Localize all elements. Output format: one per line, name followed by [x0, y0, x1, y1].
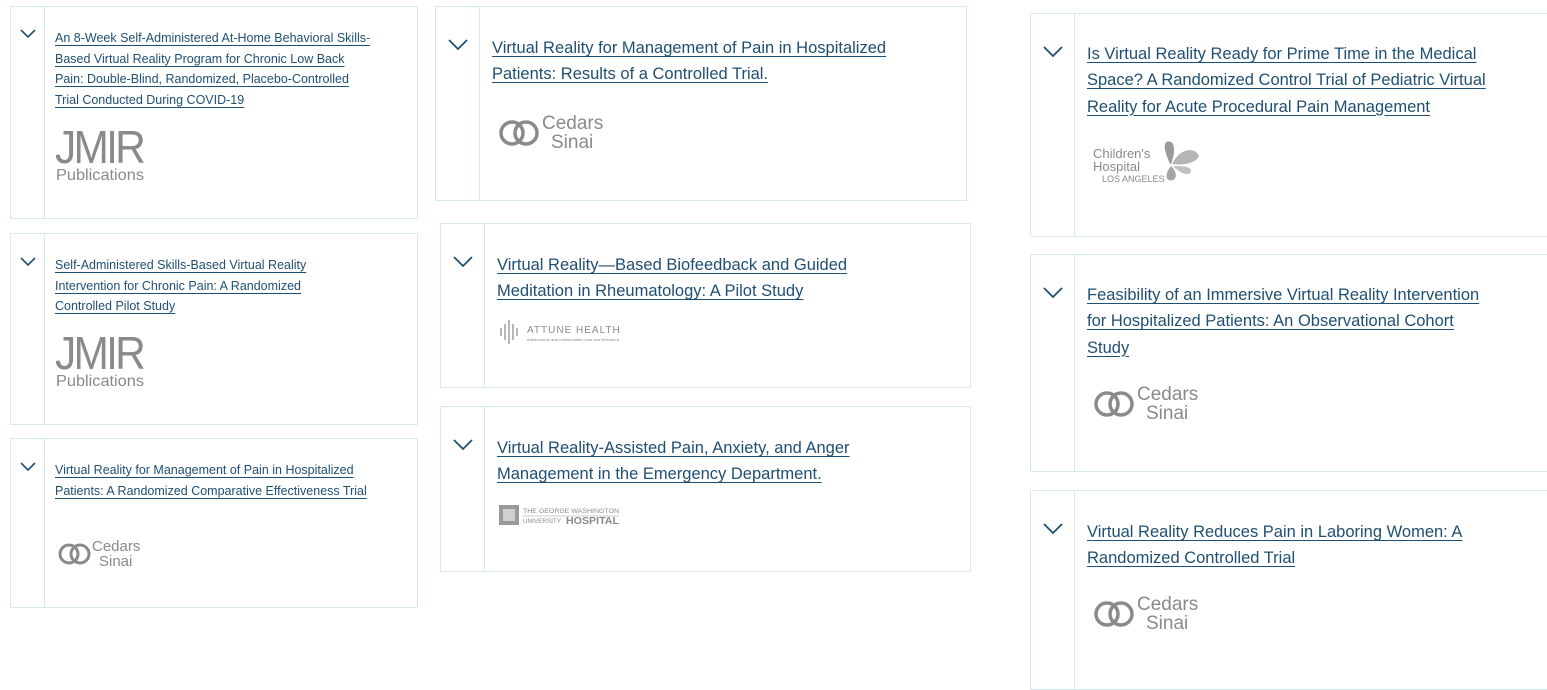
card-body: Virtual Reality—Based Biofeedback and Gu…: [485, 224, 970, 387]
card-rail: [441, 407, 485, 571]
childrens-hospital-la-logo: Children's Hospital LOS ANGELES: [1093, 141, 1199, 184]
gw-hospital-logo: THE GEORGE WASHINGTON UNIVERSITY HOSPITA…: [499, 505, 619, 527]
chevron-down-icon[interactable]: [1042, 46, 1063, 58]
chevron-down-icon[interactable]: [19, 257, 36, 267]
svg-text:Publications: Publications: [56, 167, 144, 183]
svg-text:ATTUNE HEALTH: ATTUNE HEALTH: [527, 325, 621, 336]
study-title-link[interactable]: Virtual Reality—Based Biofeedback and Gu…: [497, 252, 897, 305]
svg-text:LOS ANGELES: LOS ANGELES: [1102, 174, 1165, 184]
study-title-link[interactable]: Feasibility of an Immersive Virtual Real…: [1087, 282, 1497, 361]
study-card: An 8-Week Self-Administered At-Home Beha…: [10, 6, 418, 219]
card-body: Is Virtual Reality Ready for Prime Time …: [1075, 14, 1547, 236]
study-card: Virtual Reality for Management of Pain i…: [10, 438, 418, 608]
attune-health-logo: ATTUNE HEALTH Autoimmune and Inflammatio…: [500, 320, 621, 344]
card-rail: [11, 7, 45, 218]
study-title-link[interactable]: An 8-Week Self-Administered At-Home Beha…: [55, 28, 373, 110]
svg-text:Cedars: Cedars: [1137, 384, 1198, 405]
svg-text:Sinai: Sinai: [1146, 613, 1188, 632]
svg-text:Autoimmune and Inflammation Ca: Autoimmune and Inflammation Care and Res…: [527, 337, 619, 342]
svg-text:HOSPITAL: HOSPITAL: [566, 516, 619, 527]
study-title-link[interactable]: Virtual Reality-Assisted Pain, Anxiety, …: [497, 435, 917, 488]
study-card: Virtual Reality-Assisted Pain, Anxiety, …: [440, 406, 971, 572]
study-card: Virtual Reality—Based Biofeedback and Gu…: [440, 223, 971, 388]
card-rail: [441, 224, 485, 387]
svg-text:UNIVERSITY: UNIVERSITY: [523, 518, 562, 525]
card-body: Feasibility of an Immersive Virtual Real…: [1075, 255, 1547, 471]
chevron-down-icon[interactable]: [447, 39, 468, 51]
card-body: Virtual Reality Reduces Pain in Laboring…: [1075, 491, 1547, 689]
card-body: Virtual Reality for Management of Pain i…: [480, 7, 966, 200]
svg-text:Sinai: Sinai: [1146, 403, 1188, 422]
card-rail: [11, 439, 45, 607]
study-title-link[interactable]: Virtual Reality Reduces Pain in Laboring…: [1087, 519, 1497, 572]
cedars-sinai-logo: Cedars Sinai: [499, 113, 603, 151]
card-body: An 8-Week Self-Administered At-Home Beha…: [45, 7, 417, 218]
svg-text:Sinai: Sinai: [99, 553, 132, 569]
card-body: Virtual Reality-Assisted Pain, Anxiety, …: [485, 407, 970, 571]
study-card: Virtual Reality for Management of Pain i…: [435, 6, 967, 201]
card-body: Virtual Reality for Management of Pain i…: [45, 439, 417, 607]
cedars-sinai-logo: Cedars Sinai: [1094, 594, 1198, 632]
cedars-sinai-logo: Cedars Sinai: [1094, 384, 1198, 422]
study-card: Self-Administered Skills-Based Virtual R…: [10, 233, 418, 425]
svg-text:Cedars: Cedars: [1137, 594, 1198, 615]
jmir-logo: JMIR Publications: [55, 329, 148, 389]
card-rail: [1031, 255, 1075, 471]
study-card: Virtual Reality Reduces Pain in Laboring…: [1030, 490, 1547, 690]
chevron-down-icon[interactable]: [19, 29, 36, 39]
chevron-down-icon[interactable]: [452, 256, 473, 268]
svg-text:JMIR: JMIR: [55, 329, 145, 379]
svg-text:Sinai: Sinai: [551, 132, 593, 151]
cedars-sinai-logo: Cedars Sinai: [58, 538, 140, 569]
svg-text:Hospital: Hospital: [1093, 159, 1140, 174]
study-card: Is Virtual Reality Ready for Prime Time …: [1030, 13, 1547, 237]
svg-text:Publications: Publications: [56, 373, 144, 389]
jmir-logo: JMIR Publications: [55, 123, 148, 183]
svg-text:JMIR: JMIR: [55, 123, 145, 173]
card-rail: [11, 234, 45, 424]
chevron-down-icon[interactable]: [19, 462, 36, 472]
study-title-link[interactable]: Is Virtual Reality Ready for Prime Time …: [1087, 41, 1507, 120]
chevron-down-icon[interactable]: [1042, 523, 1063, 535]
svg-text:Cedars: Cedars: [542, 113, 603, 134]
study-card: Feasibility of an Immersive Virtual Real…: [1030, 254, 1547, 472]
study-title-link[interactable]: Virtual Reality for Management of Pain i…: [55, 460, 375, 501]
study-title-link[interactable]: Virtual Reality for Management of Pain i…: [492, 35, 922, 88]
chevron-down-icon[interactable]: [452, 439, 473, 451]
card-rail: [1031, 14, 1075, 236]
card-body: Self-Administered Skills-Based Virtual R…: [45, 234, 417, 424]
study-title-link[interactable]: Self-Administered Skills-Based Virtual R…: [55, 255, 340, 317]
svg-text:THE GEORGE WASHINGTON: THE GEORGE WASHINGTON: [523, 508, 619, 515]
chevron-down-icon[interactable]: [1042, 287, 1063, 299]
card-rail: [436, 7, 480, 200]
card-rail: [1031, 491, 1075, 689]
